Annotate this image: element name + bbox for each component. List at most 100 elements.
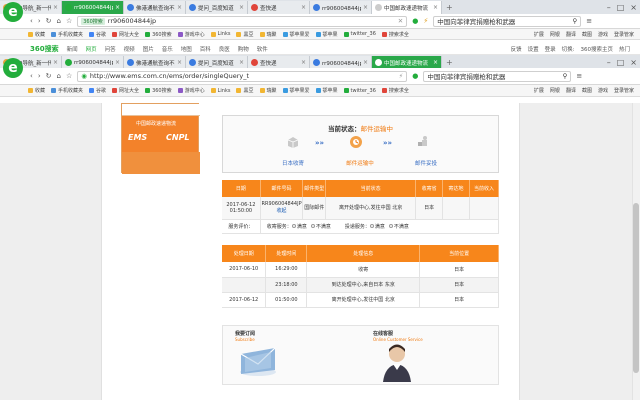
radio-icon[interactable] bbox=[310, 224, 315, 228]
tab-close-icon[interactable]: × bbox=[175, 4, 182, 11]
maximize-icon[interactable]: □ bbox=[617, 58, 625, 67]
search-nav-item[interactable]: 网页 bbox=[86, 45, 97, 53]
search-nav-right-item[interactable]: 设置 bbox=[528, 45, 539, 53]
tab-close-icon[interactable]: × bbox=[237, 4, 244, 11]
search-nav-right-item[interactable]: 热门 bbox=[619, 45, 630, 53]
tab-close-icon[interactable]: × bbox=[113, 4, 120, 11]
menu-icon[interactable]: ≡ bbox=[576, 72, 582, 80]
tab-close-icon[interactable]: × bbox=[51, 59, 58, 66]
refresh-icon[interactable]: ↻ bbox=[46, 17, 52, 25]
bookmark-item[interactable]: 网址大全 bbox=[112, 31, 139, 38]
search-nav-right-item[interactable]: 反馈 bbox=[511, 45, 522, 53]
home-icon[interactable]: ⌂ bbox=[57, 17, 61, 25]
browser-tab[interactable]: 中国邮政速递物流 × bbox=[372, 1, 442, 14]
maximize-icon[interactable]: □ bbox=[617, 3, 625, 12]
extension-item[interactable]: 截图 bbox=[582, 87, 592, 94]
bookmark-item[interactable]: 搜索求全 bbox=[381, 31, 409, 38]
forward-icon[interactable]: › bbox=[38, 17, 41, 25]
extension-item[interactable]: 扩展 bbox=[534, 87, 544, 94]
tab-close-icon[interactable]: × bbox=[113, 59, 120, 66]
tab-close-icon[interactable]: × bbox=[237, 59, 244, 66]
search-field-top[interactable]: 中国向菲律宾捐赠枪和武器 ⚲ bbox=[433, 15, 582, 27]
bookmark-item[interactable]: Links bbox=[210, 31, 230, 37]
search-nav-item[interactable]: 视频 bbox=[124, 45, 135, 53]
bookmark-item[interactable]: 鄂苹果爱 bbox=[282, 31, 310, 38]
shield-icon[interactable]: ● bbox=[412, 72, 418, 80]
bookmark-item[interactable]: 鄂苹果 bbox=[315, 31, 338, 38]
rating-option[interactable]: 满意 bbox=[369, 224, 385, 230]
bookmark-item[interactable]: 游戏中心 bbox=[177, 87, 205, 94]
search-icon[interactable]: ⚲ bbox=[573, 17, 578, 25]
radio-icon[interactable] bbox=[369, 224, 374, 228]
back-icon[interactable]: ‹ bbox=[30, 17, 33, 25]
bookmark-item[interactable]: 鄂苹果爱 bbox=[282, 87, 310, 94]
lightning-icon[interactable]: ⚡ bbox=[399, 72, 404, 80]
login-manager[interactable]: 登录管家 bbox=[614, 31, 634, 38]
search-field-bottom[interactable]: 中国向菲律宾捐赠枪和武器 ⚲ bbox=[423, 70, 572, 82]
new-tab-button[interactable]: + bbox=[442, 1, 457, 14]
tab-close-icon[interactable]: × bbox=[431, 59, 438, 66]
bookmark-item[interactable]: 瑞聚 bbox=[259, 31, 277, 38]
tab-close-icon[interactable]: × bbox=[431, 4, 438, 11]
search-nav-right-item[interactable]: 360搜索主页 bbox=[580, 45, 613, 53]
bookmark-item[interactable]: 鄂苹果 bbox=[315, 87, 338, 94]
back-icon[interactable]: ‹ bbox=[30, 72, 33, 80]
rating-option[interactable]: 不满意 bbox=[310, 224, 331, 230]
extension-item[interactable]: 翻译 bbox=[566, 87, 576, 94]
bookmark-item[interactable]: 游戏中心 bbox=[177, 31, 205, 38]
extension-item[interactable]: 网银 bbox=[550, 87, 560, 94]
search-nav-right-item[interactable]: 切换: bbox=[562, 45, 575, 53]
search-nav-item[interactable]: 购物 bbox=[238, 45, 249, 53]
envelope-icon[interactable] bbox=[237, 342, 279, 378]
search-nav-right-item[interactable]: 登录 bbox=[545, 45, 556, 53]
menu-icon[interactable]: ≡ bbox=[586, 17, 592, 25]
scrollbar-thumb[interactable] bbox=[633, 203, 639, 373]
home-icon[interactable]: ⌂ bbox=[57, 72, 61, 80]
bookmark-item[interactable]: 黑豆 bbox=[236, 31, 254, 38]
extension-item[interactable]: 截图 bbox=[582, 31, 592, 38]
subscribe-block[interactable]: 我要订阅 Subscribe bbox=[235, 330, 255, 342]
bookmark-item[interactable]: 谷歌 bbox=[89, 87, 106, 94]
bookmark-item[interactable]: 360搜索 bbox=[145, 31, 172, 38]
bookmark-item[interactable]: 手机收藏夹 bbox=[51, 31, 83, 38]
search-nav-item[interactable]: 问答 bbox=[105, 45, 116, 53]
bookmark-item[interactable]: 谷歌 bbox=[89, 31, 106, 38]
tab-close-icon[interactable]: × bbox=[175, 59, 182, 66]
close-icon[interactable]: × bbox=[630, 58, 637, 67]
star-icon[interactable]: ☆ bbox=[66, 72, 72, 80]
bookmark-item[interactable]: twitter_36 bbox=[343, 88, 376, 94]
customer-service-avatar[interactable] bbox=[375, 340, 419, 382]
search-nav-item[interactable]: 百科 bbox=[200, 45, 211, 53]
collapse-link[interactable]: 收起 bbox=[261, 207, 303, 214]
browser-tab[interactable]: rr906004844jp_百度...× bbox=[310, 1, 372, 14]
search-nav-item[interactable]: 新闻 bbox=[67, 45, 78, 53]
browser-tab[interactable]: 提问_百度知道 × bbox=[186, 1, 248, 14]
tab-close-icon[interactable]: × bbox=[361, 59, 368, 66]
extension-item[interactable]: 翻译 bbox=[566, 31, 576, 38]
bookmark-item[interactable]: 收藏 bbox=[28, 87, 45, 94]
browser-tab[interactable]: 查快递 × bbox=[248, 1, 310, 14]
radio-icon[interactable] bbox=[388, 224, 393, 228]
bookmark-item[interactable]: 收藏 bbox=[28, 31, 45, 38]
extension-item[interactable]: 游戏 bbox=[598, 31, 608, 38]
rating-option[interactable]: 不满意 bbox=[388, 224, 409, 230]
bookmark-item[interactable]: 搜索求全 bbox=[381, 87, 409, 94]
page-scrollbar[interactable] bbox=[632, 103, 640, 400]
search-nav-item[interactable]: 地图 bbox=[181, 45, 192, 53]
bookmark-item[interactable]: 网址大全 bbox=[112, 87, 139, 94]
refresh-icon[interactable]: ↻ bbox=[46, 72, 52, 80]
rating-option[interactable]: 满意 bbox=[291, 224, 307, 230]
shield-icon[interactable]: ● bbox=[412, 17, 418, 25]
tab-close-icon[interactable]: × bbox=[51, 4, 58, 11]
bookmark-item[interactable]: 瑞聚 bbox=[259, 87, 277, 94]
extension-item[interactable]: 网银 bbox=[550, 31, 560, 38]
star-icon[interactable]: ☆ bbox=[66, 17, 72, 25]
extension-item[interactable]: 扩展 bbox=[534, 31, 544, 38]
url-field-top[interactable]: 360搜索 rr906004844jp ✕ bbox=[77, 15, 408, 27]
url-field-bottom[interactable]: ◉ http://www.ems.com.cn/ems/order/single… bbox=[77, 70, 408, 82]
search-nav-item[interactable]: 良医 bbox=[219, 45, 230, 53]
search-nav-item[interactable]: 图片 bbox=[143, 45, 154, 53]
bookmark-item[interactable]: Links bbox=[210, 88, 230, 94]
bookmark-item[interactable]: 手机收藏夹 bbox=[51, 87, 83, 94]
tab-close-icon[interactable]: × bbox=[299, 4, 306, 11]
